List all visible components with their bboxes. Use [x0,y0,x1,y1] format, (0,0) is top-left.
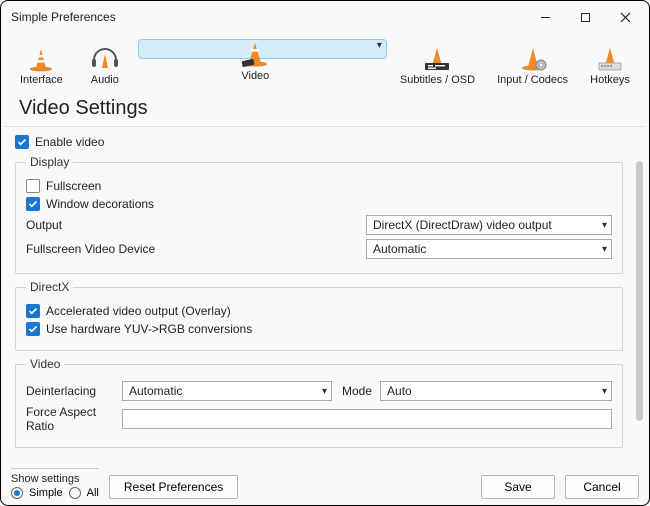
output-label: Output [26,218,366,232]
minimize-button[interactable] [525,2,565,32]
category-tabs: Interface Audio Video Subtitles / OSD In… [1,33,649,95]
tab-label: Video [241,70,269,82]
output-select[interactable]: DirectX (DirectDraw) video output [366,215,612,235]
maximize-button[interactable] [565,2,605,32]
tab-label: Audio [91,74,119,86]
deinterlacing-label: Deinterlacing [26,384,122,398]
force-aspect-ratio-label: Force Aspect Ratio [26,405,122,433]
titlebar: Simple Preferences [1,1,649,33]
reset-preferences-button[interactable]: Reset Preferences [109,475,238,499]
show-settings-group: Show settings Simple All [11,468,99,499]
headphones-cone-icon [88,44,122,72]
page-title: Video Settings [5,95,645,127]
radio-label: Simple [29,487,63,499]
group-legend: Display [26,155,73,169]
enable-video-checkbox[interactable]: Enable video [15,135,623,149]
clapper-cone-icon [238,40,272,68]
force-aspect-ratio-input[interactable] [122,409,612,429]
checkbox-checked-icon [15,135,29,149]
checkbox-unchecked-icon [26,179,40,193]
window-title: Simple Preferences [11,10,116,24]
deinterlacing-select[interactable]: Automatic [122,381,332,401]
tab-label: Subtitles / OSD [400,74,475,86]
tab-hotkeys[interactable]: Hotkeys [581,39,639,93]
tab-interface[interactable]: Interface [11,39,72,93]
yuv-rgb-checkbox[interactable]: Use hardware YUV->RGB conversions [26,322,612,336]
mode-label: Mode [342,384,372,398]
keyboard-cone-icon [593,44,627,72]
tab-video[interactable]: Video [138,39,387,59]
settings-content: Enable video Display Fullscreen Window d… [15,131,629,457]
window-decorations-checkbox[interactable]: Window decorations [26,197,612,211]
footer: Show settings Simple All Reset Preferenc… [11,468,639,499]
radio-simple[interactable] [11,487,23,499]
checkbox-label: Accelerated video output (Overlay) [46,304,231,318]
checkbox-label: Use hardware YUV->RGB conversions [46,322,252,336]
fullscreen-device-select[interactable]: Automatic [366,239,612,259]
close-button[interactable] [605,2,645,32]
disc-cone-icon [516,44,550,72]
checkbox-label: Enable video [35,135,104,149]
fullscreen-checkbox[interactable]: Fullscreen [26,179,612,193]
checkbox-checked-icon [26,197,40,211]
tab-label: Hotkeys [590,74,630,86]
subtitle-cone-icon [420,44,454,72]
fullscreen-device-label: Fullscreen Video Device [26,242,366,256]
radio-label: All [87,487,99,499]
radio-all[interactable] [69,487,81,499]
tab-audio[interactable]: Audio [76,39,134,93]
cone-icon [24,44,58,72]
group-legend: DirectX [26,280,73,294]
scrollbar-thumb[interactable] [636,161,643,421]
accelerated-output-checkbox[interactable]: Accelerated video output (Overlay) [26,304,612,318]
cancel-button[interactable]: Cancel [565,475,639,499]
directx-group: DirectX Accelerated video output (Overla… [15,280,623,351]
save-button[interactable]: Save [481,475,555,499]
checkbox-label: Window decorations [46,197,154,211]
tab-subtitles[interactable]: Subtitles / OSD [391,39,484,93]
tab-input-codecs[interactable]: Input / Codecs [488,39,577,93]
tab-label: Input / Codecs [497,74,568,86]
checkbox-label: Fullscreen [46,179,101,193]
show-settings-label: Show settings [11,473,99,485]
mode-select[interactable]: Auto [380,381,612,401]
group-legend: Video [26,357,64,371]
checkbox-checked-icon [26,304,40,318]
checkbox-checked-icon [26,322,40,336]
video-group: Video Deinterlacing Automatic Mode Auto … [15,357,623,448]
display-group: Display Fullscreen Window decorations Ou… [15,155,623,274]
tab-label: Interface [20,74,63,86]
